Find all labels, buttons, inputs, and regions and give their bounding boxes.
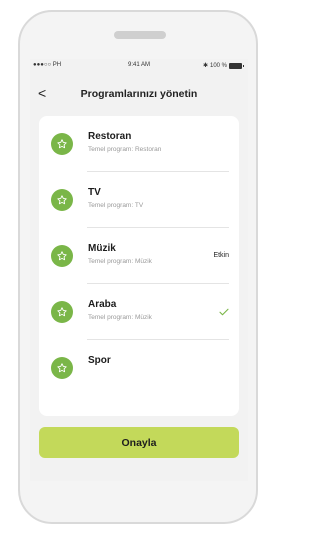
footer-bar: Onayla [30,416,248,481]
status-right: ✱ 100 % [202,62,244,69]
program-item-muzik[interactable]: Müzik Temel program: Müzik Etkin [39,228,239,284]
active-status-label: Etkin [213,252,229,259]
program-subtitle: Temel program: Müzik [88,314,152,321]
star-icon [51,357,73,379]
program-name: TV [88,187,101,198]
battery-percent: 100 % [209,62,227,69]
program-item-araba[interactable]: Araba Temel program: Müzik [39,284,239,340]
app-screen: ●●●○○ PH 9:41 AM ✱ 100 % < Programlarını… [30,59,248,481]
nav-bar: < Programlarınızı yönetin [30,81,248,109]
status-bar: ●●●○○ PH 9:41 AM ✱ 100 % [30,59,248,73]
star-icon [51,133,73,155]
program-name: Araba [88,299,117,310]
star-icon [51,301,73,323]
star-icon [51,245,73,267]
phone-speaker [114,31,166,39]
checkmark-icon [218,305,230,323]
phone-frame: ●●●○○ PH 9:41 AM ✱ 100 % < Programlarını… [18,10,258,524]
program-item-spor[interactable]: Spor [39,340,239,396]
program-list: Restoran Temel program: Restoran TV Teme… [39,116,239,416]
program-name: Spor [88,355,111,366]
program-item-restoran[interactable]: Restoran Temel program: Restoran [39,116,239,172]
battery-icon [229,62,244,69]
page-title: Programlarınızı yönetin [80,88,198,100]
bluetooth-icon: ✱ [202,63,208,69]
program-subtitle: Temel program: Restoran [88,146,162,153]
confirm-button[interactable]: Onayla [39,427,239,458]
program-name: Restoran [88,131,132,142]
star-icon [51,189,73,211]
program-name: Müzik [88,243,116,254]
program-subtitle: Temel program: TV [88,202,144,209]
program-subtitle: Temel program: Müzik [88,258,152,265]
program-item-tv[interactable]: TV Temel program: TV [39,172,239,228]
